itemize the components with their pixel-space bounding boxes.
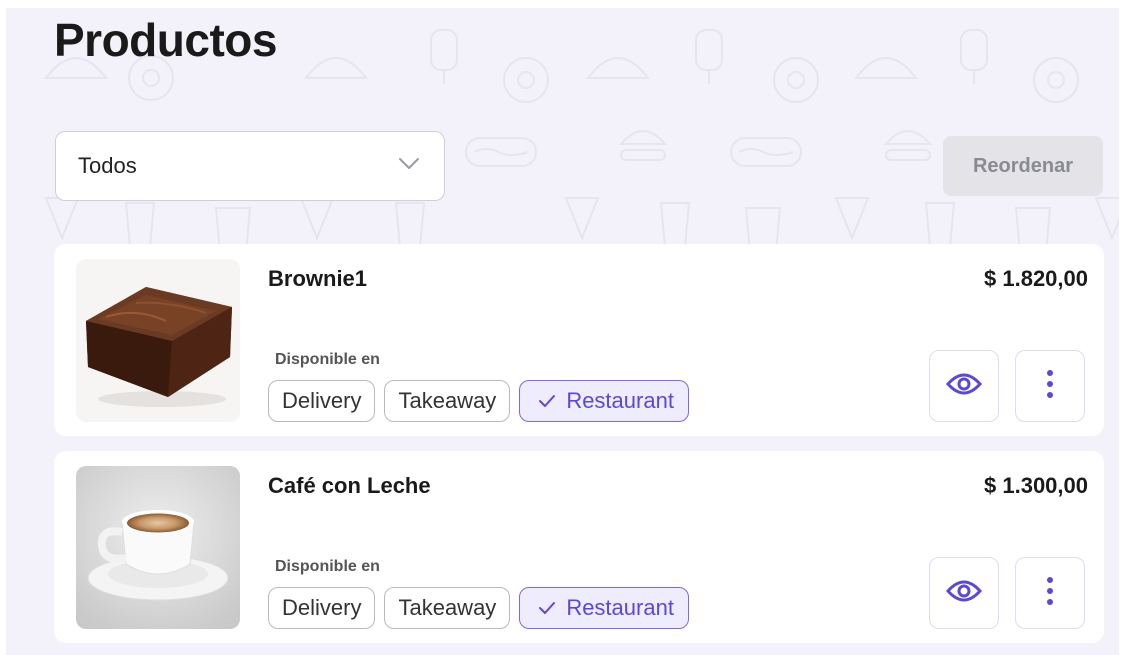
product-price: $ 1.300,00 [984, 473, 1088, 498]
reorder-button[interactable]: Reordenar [943, 136, 1103, 196]
chip-restaurant[interactable]: Restaurant [519, 380, 689, 422]
product-image-coffee [76, 466, 240, 629]
chip-label: Takeaway [398, 595, 497, 620]
chip-takeaway[interactable]: Takeaway [384, 587, 511, 629]
chevron-down-icon [398, 157, 420, 176]
chip-label: Delivery [282, 595, 362, 620]
product-image-brownie [76, 259, 240, 422]
product-name: Brownie1 [268, 266, 368, 291]
chip-delivery[interactable]: Delivery [268, 587, 376, 629]
products-panel: Productos Todos Reordenar Brownie1 $ 1.8… [6, 8, 1119, 655]
product-price: $ 1.820,00 [984, 266, 1088, 291]
chip-restaurant[interactable]: Restaurant [519, 587, 689, 629]
product-name: Café con Leche [268, 473, 431, 498]
eye-icon [945, 579, 983, 608]
channel-chips: Delivery Takeaway Restaurant [268, 380, 689, 422]
more-vertical-icon [1047, 369, 1053, 403]
chip-label: Restaurant [566, 595, 674, 620]
chip-delivery[interactable]: Delivery [268, 380, 376, 422]
more-options-button[interactable] [1015, 557, 1085, 629]
view-button[interactable] [929, 557, 999, 629]
category-filter-select[interactable]: Todos [55, 131, 445, 201]
channel-chips: Delivery Takeaway Restaurant [268, 587, 689, 629]
view-button[interactable] [929, 350, 999, 422]
chip-label: Restaurant [566, 388, 674, 413]
available-label: Disponible en [275, 351, 380, 368]
eye-icon [945, 372, 983, 401]
page-title: Productos [54, 14, 277, 66]
more-options-button[interactable] [1015, 350, 1085, 422]
check-icon [538, 595, 556, 621]
chip-label: Delivery [282, 388, 362, 413]
available-label: Disponible en [275, 558, 380, 575]
filter-selected-value: Todos [78, 153, 137, 178]
check-icon [538, 388, 556, 414]
chip-takeaway[interactable]: Takeaway [384, 380, 511, 422]
more-vertical-icon [1047, 576, 1053, 610]
product-card[interactable]: Café con Leche $ 1.300,00 Disponible en … [54, 451, 1104, 643]
product-card[interactable]: Brownie1 $ 1.820,00 Disponible en Delive… [54, 244, 1104, 436]
chip-label: Takeaway [398, 388, 497, 413]
